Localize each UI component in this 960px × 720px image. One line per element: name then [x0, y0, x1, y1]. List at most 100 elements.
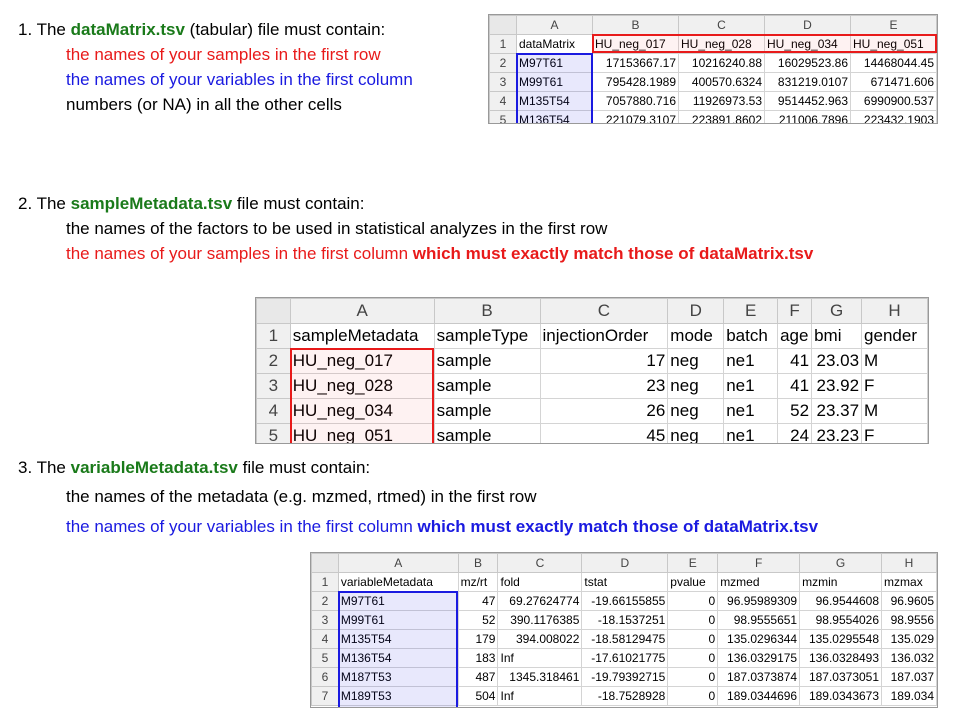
- cell-b3[interactable]: 52: [457, 610, 499, 630]
- column-header-h[interactable]: H: [861, 298, 928, 324]
- cell-e2[interactable]: 0: [667, 591, 719, 611]
- column-header-f[interactable]: F: [777, 298, 813, 324]
- cell-d2[interactable]: -19.66155855: [581, 591, 669, 611]
- cell-c5[interactable]: 45: [539, 423, 669, 443]
- cell-e1[interactable]: pvalue: [667, 572, 719, 592]
- cell-a7[interactable]: M189T53: [337, 686, 459, 706]
- cell-g5[interactable]: 136.0328493: [799, 648, 883, 668]
- cell-h4[interactable]: M: [861, 398, 928, 424]
- cell-b5[interactable]: 221079.3107: [592, 110, 679, 123]
- cell-a5[interactable]: HU_neg_051: [289, 423, 435, 443]
- cell-e1[interactable]: HU_neg_051: [850, 34, 937, 54]
- cell-c3[interactable]: 390.1176385: [497, 610, 583, 630]
- cell-b2[interactable]: 47: [457, 591, 499, 611]
- select-all-corner[interactable]: [489, 15, 517, 35]
- cell-h5[interactable]: 136.032: [881, 648, 937, 668]
- cell-f2[interactable]: 41: [777, 348, 813, 374]
- cell-h2[interactable]: 96.9605: [881, 591, 937, 611]
- row-number[interactable]: 1: [311, 572, 339, 592]
- cell-a1[interactable]: sampleMetadata: [289, 323, 435, 349]
- row-number[interactable]: 4: [489, 91, 517, 111]
- cell-g3[interactable]: 98.9554026: [799, 610, 883, 630]
- column-header-d[interactable]: D: [667, 298, 725, 324]
- cell-e3[interactable]: 671471.606: [850, 72, 937, 92]
- column-header-g[interactable]: G: [799, 553, 883, 573]
- column-header-e[interactable]: E: [850, 15, 937, 35]
- cell-a5[interactable]: M136T54: [337, 648, 459, 668]
- row-number[interactable]: 5: [489, 110, 517, 123]
- row-number[interactable]: 1: [489, 34, 517, 54]
- row-number[interactable]: 5: [256, 423, 291, 443]
- row-number[interactable]: 6: [311, 667, 339, 687]
- cell-d4[interactable]: -18.58129475: [581, 629, 669, 649]
- cell-g7[interactable]: 189.0343673: [799, 686, 883, 706]
- cell-d3[interactable]: neg: [667, 373, 725, 399]
- row-number[interactable]: 3: [311, 610, 339, 630]
- cell-c2[interactable]: 10216240.88: [678, 53, 765, 73]
- cell-a4[interactable]: M135T54: [337, 629, 459, 649]
- row-number[interactable]: 3: [256, 373, 291, 399]
- cell-c5[interactable]: Inf: [497, 648, 583, 668]
- cell-d2[interactable]: neg: [667, 348, 725, 374]
- cell-d1[interactable]: tstat: [581, 572, 669, 592]
- cell-f1[interactable]: mzmed: [717, 572, 801, 592]
- cell-h1[interactable]: gender: [861, 323, 928, 349]
- cell-b1[interactable]: mz/rt: [457, 572, 499, 592]
- cell-c5[interactable]: 223891.8602: [678, 110, 765, 123]
- cell-b2[interactable]: 17153667.17: [592, 53, 679, 73]
- cell-e5[interactable]: 223432.1903: [850, 110, 937, 123]
- cell-g2[interactable]: 23.03: [811, 348, 863, 374]
- row-number[interactable]: 4: [311, 629, 339, 649]
- select-all-corner[interactable]: [311, 553, 339, 573]
- row-number[interactable]: 7: [311, 686, 339, 706]
- cell-a3[interactable]: M99T61: [337, 610, 459, 630]
- cell-f5[interactable]: 24: [777, 423, 813, 443]
- cell-c4[interactable]: 11926973.53: [678, 91, 765, 111]
- column-header-b[interactable]: B: [592, 15, 679, 35]
- cell-c4[interactable]: 394.008022: [497, 629, 583, 649]
- cell-h1[interactable]: mzmax: [881, 572, 937, 592]
- cell-g1[interactable]: mzmin: [799, 572, 883, 592]
- cell-d3[interactable]: -18.1537251: [581, 610, 669, 630]
- cell-a3[interactable]: HU_neg_028: [289, 373, 435, 399]
- cell-d6[interactable]: -19.79392715: [581, 667, 669, 687]
- cell-f3[interactable]: 41: [777, 373, 813, 399]
- column-header-b[interactable]: B: [457, 553, 499, 573]
- cell-e1[interactable]: batch: [723, 323, 779, 349]
- cell-a5[interactable]: M136T54: [516, 110, 593, 123]
- row-number[interactable]: 2: [311, 591, 339, 611]
- cell-c1[interactable]: injectionOrder: [539, 323, 669, 349]
- cell-a3[interactable]: M99T61: [516, 72, 593, 92]
- cell-e3[interactable]: 0: [667, 610, 719, 630]
- cell-h4[interactable]: 135.029: [881, 629, 937, 649]
- column-header-e[interactable]: E: [723, 298, 779, 324]
- cell-e5[interactable]: 0: [667, 648, 719, 668]
- cell-d1[interactable]: HU_neg_034: [764, 34, 851, 54]
- cell-g4[interactable]: 23.37: [811, 398, 863, 424]
- cell-b1[interactable]: HU_neg_017: [592, 34, 679, 54]
- cell-g4[interactable]: 135.0295548: [799, 629, 883, 649]
- column-header-h[interactable]: H: [881, 553, 937, 573]
- cell-h6[interactable]: 187.037: [881, 667, 937, 687]
- cell-b5[interactable]: 183: [457, 648, 499, 668]
- cell-h5[interactable]: F: [861, 423, 928, 443]
- cell-b3[interactable]: sample: [433, 373, 541, 399]
- cell-f1[interactable]: age: [777, 323, 813, 349]
- column-header-c[interactable]: C: [539, 298, 669, 324]
- row-number[interactable]: 5: [311, 648, 339, 668]
- cell-a2[interactable]: HU_neg_017: [289, 348, 435, 374]
- cell-b5[interactable]: sample: [433, 423, 541, 443]
- cell-c1[interactable]: HU_neg_028: [678, 34, 765, 54]
- row-number[interactable]: 4: [256, 398, 291, 424]
- cell-e2[interactable]: ne1: [723, 348, 779, 374]
- cell-h3[interactable]: 98.9556: [881, 610, 937, 630]
- cell-e3[interactable]: ne1: [723, 373, 779, 399]
- cell-a6[interactable]: M187T53: [337, 667, 459, 687]
- cell-h2[interactable]: M: [861, 348, 928, 374]
- column-header-g[interactable]: G: [811, 298, 863, 324]
- cell-c7[interactable]: Inf: [497, 686, 583, 706]
- column-header-a[interactable]: A: [289, 298, 435, 324]
- column-header-f[interactable]: F: [717, 553, 801, 573]
- cell-f7[interactable]: 189.0344696: [717, 686, 801, 706]
- cell-a1[interactable]: dataMatrix: [516, 34, 593, 54]
